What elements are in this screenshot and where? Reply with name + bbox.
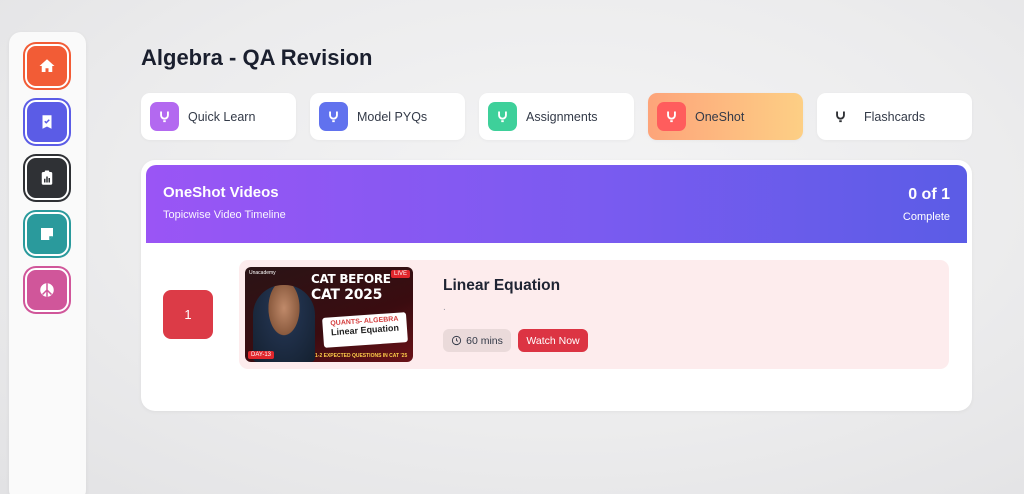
lamp-icon [667, 111, 676, 123]
tab-icon [657, 102, 686, 131]
duration-text: 60 mins [466, 334, 503, 347]
panel-title: OneShot Videos [163, 184, 279, 201]
sidebar-item-home[interactable] [25, 44, 69, 88]
video-title: Linear Equation [443, 277, 561, 294]
tab-quick-learn[interactable]: Quick Learn [141, 93, 296, 140]
tab-icon [488, 102, 517, 131]
thumbnail-brand: Unacademy [249, 270, 276, 276]
sidebar-item-reports[interactable] [25, 156, 69, 200]
tab-label: Flashcards [864, 109, 926, 124]
video-index-badge: 1 [163, 290, 213, 339]
lamp-icon [836, 111, 845, 123]
lamp-icon [160, 111, 169, 123]
watch-now-button[interactable]: Watch Now [518, 329, 588, 352]
lamp-icon [329, 111, 338, 123]
tab-bar: Quick Learn Model PYQs Assignments OneSh… [141, 93, 972, 140]
video-description: . [443, 302, 446, 313]
tab-icon [319, 102, 348, 131]
duration-chip: 60 mins [443, 329, 511, 352]
oneshot-panel: OneShot Videos Topicwise Video Timeline … [141, 160, 972, 411]
sticky-note-icon [41, 228, 53, 240]
lamp-icon [498, 111, 507, 123]
day-badge: DAY-13 [248, 351, 275, 359]
tab-label: Quick Learn [188, 109, 256, 124]
tab-flashcards[interactable]: Flashcards [817, 93, 972, 140]
tab-label: Model PYQs [357, 109, 428, 124]
tab-assignments[interactable]: Assignments [479, 93, 634, 140]
home-icon [39, 59, 55, 72]
clipboard-chart-icon [41, 170, 53, 185]
panel-subtitle: Topicwise Video Timeline [163, 209, 286, 221]
clock-icon [452, 335, 462, 346]
page-title: Algebra - QA Revision [141, 45, 373, 70]
sidebar [9, 32, 86, 494]
progress-label: Complete [902, 211, 950, 223]
progress-count: 0 of 1 [908, 186, 950, 203]
thumbnail-headline-1: CAT BEFORE [311, 272, 391, 286]
tab-oneshot[interactable]: OneShot [648, 93, 803, 140]
panel-header: OneShot Videos Topicwise Video Timeline … [146, 165, 967, 243]
sidebar-item-peace[interactable] [25, 268, 69, 312]
sidebar-item-notes[interactable] [25, 212, 69, 256]
peace-icon [40, 283, 54, 297]
sidebar-item-checklist[interactable] [25, 100, 69, 144]
thumbnail-card: QUANTS- ALGEBRA Linear Equation [322, 312, 408, 348]
tab-icon [826, 102, 855, 131]
live-badge: LIVE [390, 270, 410, 278]
list-item: Unacademy CAT BEFORE CAT 2025 LIVE QUANT… [239, 260, 949, 369]
thumbnail-headline-2: CAT 2025 [311, 287, 383, 303]
checklist-icon [42, 115, 52, 129]
tab-label: OneShot [695, 109, 745, 124]
thumbnail-strip: 1-2 EXPECTED QUESTIONS IN CAT '25 [315, 353, 408, 359]
video-thumbnail[interactable]: Unacademy CAT BEFORE CAT 2025 LIVE QUANT… [245, 267, 413, 362]
tab-label: Assignments [526, 109, 598, 124]
tab-icon [150, 102, 179, 131]
tab-model-pyqs[interactable]: Model PYQs [310, 93, 465, 140]
